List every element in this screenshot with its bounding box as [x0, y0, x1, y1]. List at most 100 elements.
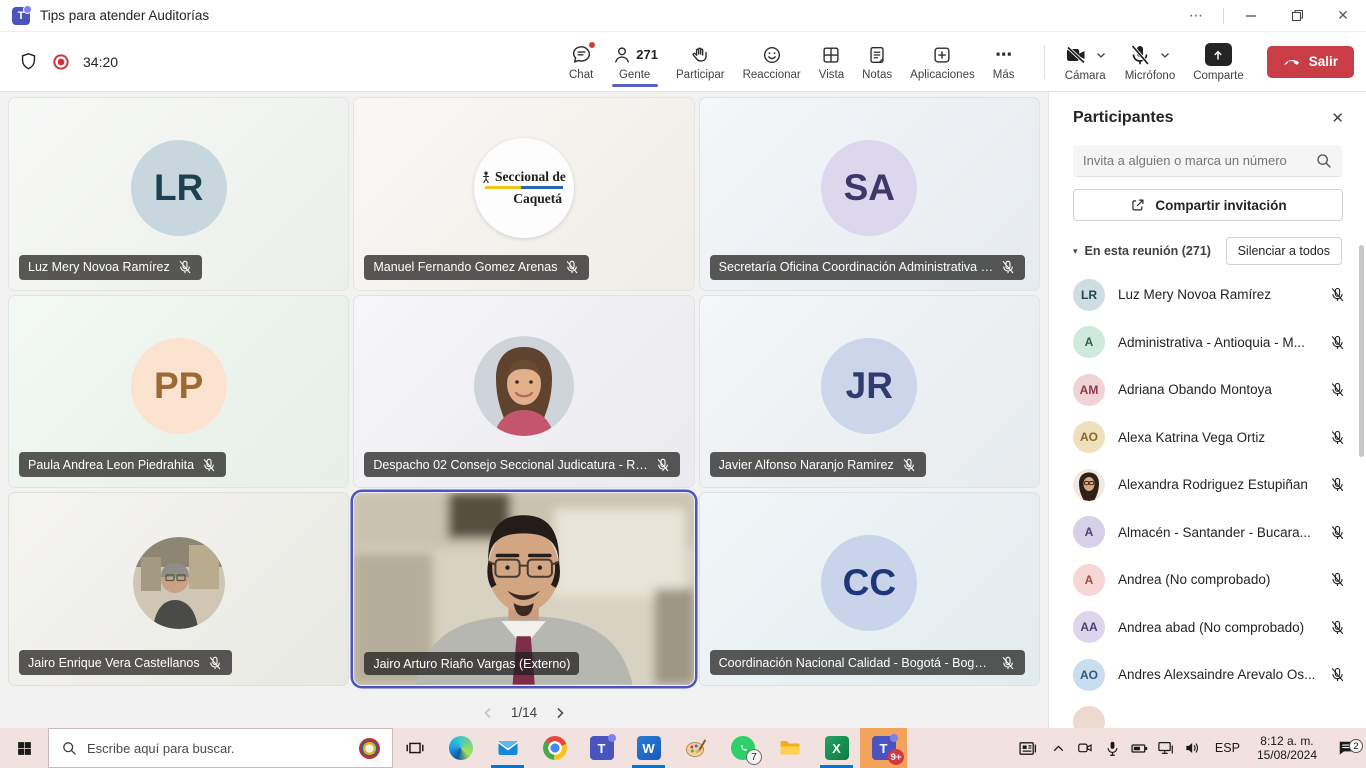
tray-network[interactable] [1153, 738, 1180, 758]
news-widgets-button[interactable] [1011, 738, 1045, 759]
participant-row[interactable]: AM Adriana Obando Montoya [1049, 366, 1366, 414]
tab-notes[interactable]: Notas [853, 32, 901, 91]
camera-icon [1076, 739, 1095, 758]
video-tile[interactable]: SA Secretaría Oficina Coordinación Admin… [699, 97, 1040, 291]
language-indicator[interactable]: ESP [1207, 741, 1248, 755]
taskbar-mail[interactable] [484, 728, 531, 768]
participant-row[interactable]: AO Alexa Katrina Vega Ortiz [1049, 414, 1366, 462]
taskbar-explorer[interactable] [766, 728, 813, 768]
camera-control[interactable]: Cámara [1055, 42, 1116, 82]
mic-muted-icon[interactable] [1329, 286, 1346, 303]
mic-muted-icon[interactable] [1329, 666, 1346, 683]
microphone-control[interactable]: Micrófono [1116, 42, 1185, 82]
participant-row[interactable]: AA Andrea abad (No comprobado) [1049, 604, 1366, 652]
participants-panel: Participantes ✕ Compartir invitación ▾ E… [1048, 92, 1366, 728]
tab-apps[interactable]: Aplicaciones [901, 32, 984, 91]
tray-overflow-button[interactable] [1045, 740, 1072, 757]
taskbar-chrome[interactable] [531, 728, 578, 768]
invite-search-input[interactable] [1083, 153, 1307, 168]
share-screen-icon[interactable] [1205, 43, 1232, 66]
taskbar-teams[interactable]: T [578, 728, 625, 768]
video-tile[interactable]: Despacho 02 Consejo Seccional Judicatura… [353, 295, 694, 489]
camera-chevron-down-icon[interactable] [1095, 49, 1107, 61]
mic-muted-icon[interactable] [1329, 571, 1346, 588]
clock[interactable]: 8:12 a. m. 15/08/2024 [1248, 734, 1326, 762]
taskbar-paint[interactable] [672, 728, 719, 768]
taskbar-edge[interactable] [437, 728, 484, 768]
taskbar-whatsapp[interactable]: 7 [719, 728, 766, 768]
microphone-icon [1103, 739, 1122, 758]
window-more-options-icon[interactable]: ⋯ [1173, 0, 1219, 31]
next-page-icon[interactable] [553, 706, 567, 720]
view-grid-icon [820, 43, 842, 67]
tab-people[interactable]: 271 Gente [602, 32, 667, 91]
minimize-icon[interactable] [1228, 0, 1274, 31]
participant-row[interactable]: A Administrativa - Antioquia - M... [1049, 319, 1366, 367]
tray-microphone[interactable] [1099, 739, 1126, 758]
participant-row[interactable]: AO Andres Alexsaindre Arevalo Os... [1049, 651, 1366, 699]
participant-name: Administrativa - Antioquia - M... [1118, 335, 1316, 350]
tray-volume[interactable] [1180, 738, 1207, 758]
participant-row[interactable]: A Almacén - Santander - Bucara... [1049, 509, 1366, 557]
mic-muted-icon[interactable] [1329, 334, 1346, 351]
panel-scrollbar[interactable] [1359, 245, 1364, 457]
share-invite-icon [1129, 196, 1147, 214]
camera-off-icon[interactable] [1064, 43, 1088, 67]
security-shield-icon[interactable] [18, 51, 39, 72]
video-tile[interactable]: Seccional de Caquetá Manuel Fernando Gom… [353, 97, 694, 291]
start-button[interactable] [0, 728, 48, 768]
panel-close-icon[interactable]: ✕ [1331, 109, 1344, 127]
taskbar-word[interactable]: W [625, 728, 672, 768]
previous-page-icon[interactable] [481, 706, 495, 720]
video-tile[interactable]: CC Coordinación Nacional Calidad - Bogot… [699, 492, 1040, 686]
people-count: 271 [636, 47, 658, 62]
leave-button[interactable]: Salir [1267, 46, 1354, 78]
participant-name: Alexa Katrina Vega Ortiz [1118, 430, 1316, 445]
participant-row[interactable]: Alexandra Rodriguez Estupiñan [1049, 461, 1366, 509]
mic-off-icon[interactable] [1128, 43, 1152, 67]
restore-icon[interactable] [1274, 0, 1320, 31]
invite-search-box[interactable] [1073, 145, 1342, 177]
mic-muted-icon[interactable] [1329, 429, 1346, 446]
share-control[interactable]: Comparte [1184, 42, 1253, 82]
grid-pagination: 1/14 [0, 705, 1048, 720]
taskbar-excel[interactable]: X [813, 728, 860, 768]
mic-muted-icon[interactable] [1329, 476, 1346, 493]
video-tile[interactable]: JR Javier Alfonso Naranjo Ramirez [699, 295, 1040, 489]
edge-icon [449, 736, 473, 760]
tab-chat[interactable]: Chat [560, 32, 602, 91]
name-tag: Javier Alfonso Naranjo Ramirez [710, 452, 926, 477]
smiley-icon [761, 43, 783, 67]
mic-muted-icon[interactable] [1329, 524, 1346, 541]
action-center-button[interactable]: 2 [1326, 738, 1366, 758]
name-tag: Manuel Fernando Gomez Arenas [364, 255, 589, 280]
video-tile[interactable]: Jairo Enrique Vera Castellanos [8, 492, 349, 686]
tab-react[interactable]: Reaccionar [734, 32, 810, 91]
mic-muted-icon[interactable] [1329, 381, 1346, 398]
mic-chevron-down-icon[interactable] [1159, 49, 1171, 61]
mic-muted-icon [1000, 655, 1016, 671]
name-tag: Jairo Arturo Riaño Vargas (Externo) [364, 652, 579, 675]
task-view-button[interactable] [393, 728, 437, 768]
hangup-phone-icon [1283, 52, 1302, 71]
whatsapp-badge: 7 [746, 749, 762, 765]
close-icon[interactable]: ✕ [1320, 0, 1366, 31]
mic-muted-icon[interactable] [1329, 619, 1346, 636]
video-tile[interactable]: LR Luz Mery Novoa Ramírez [8, 97, 349, 291]
windows-taskbar: T W 7 X T 9+ [0, 728, 1366, 768]
video-tile-active-speaker[interactable]: Jairo Arturo Riaño Vargas (Externo) [353, 492, 694, 686]
tab-raise-hand[interactable]: Participar [667, 32, 734, 91]
tab-more[interactable]: ⋯ Más [984, 32, 1024, 91]
share-invite-button[interactable]: Compartir invitación [1073, 189, 1343, 221]
tray-battery[interactable] [1126, 738, 1153, 759]
tab-view[interactable]: Vista [810, 32, 853, 91]
participant-row[interactable]: LR Luz Mery Novoa Ramírez [1049, 271, 1366, 319]
video-tile[interactable]: PP Paula Andrea Leon Piedrahita [8, 295, 349, 489]
section-header[interactable]: ▾ En esta reunión (271) [1073, 244, 1211, 258]
taskbar-search-input[interactable] [87, 741, 349, 756]
mute-all-button[interactable]: Silenciar a todos [1226, 237, 1342, 265]
taskbar-teams-meeting-active[interactable]: T 9+ [860, 728, 907, 768]
taskbar-search-box[interactable] [48, 728, 393, 768]
tray-camera[interactable] [1072, 739, 1099, 758]
participant-row[interactable]: A Andrea (No comprobado) [1049, 556, 1366, 604]
